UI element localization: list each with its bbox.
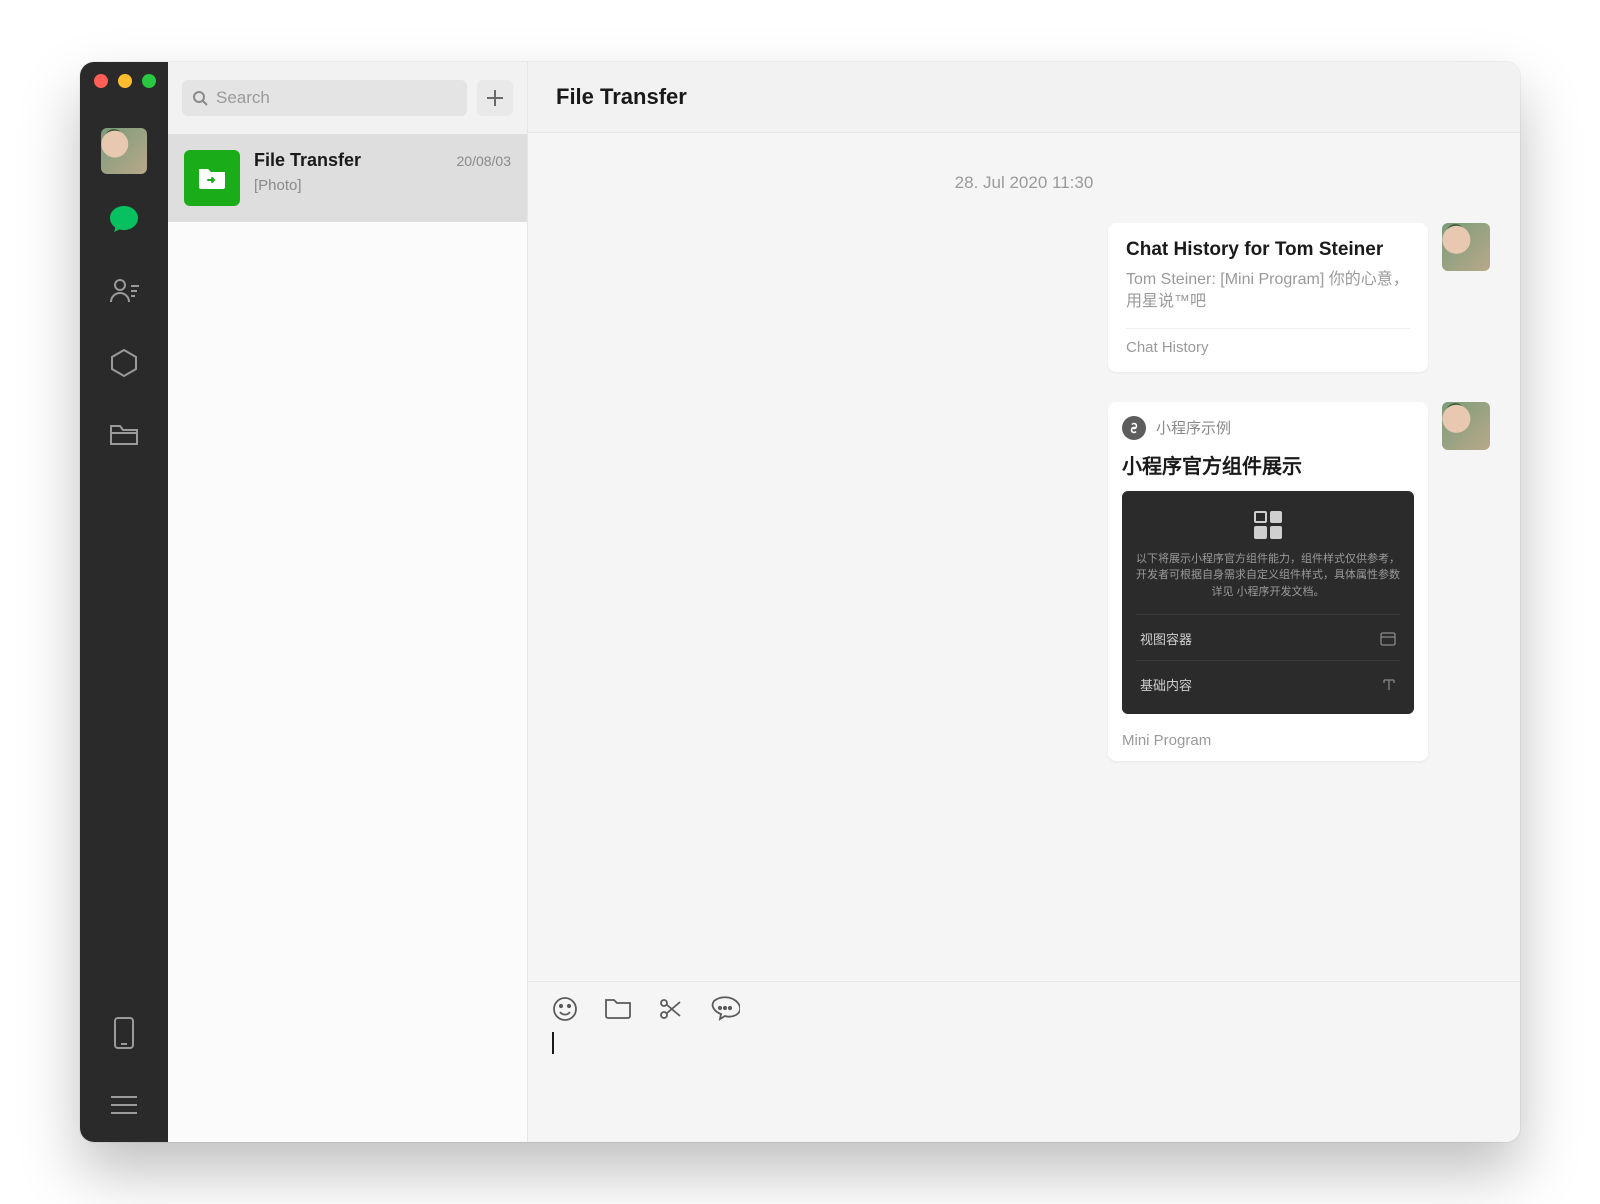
mini-program-section-label: 视图容器	[1140, 629, 1192, 648]
search-input[interactable]	[216, 88, 457, 108]
scissors-icon[interactable]	[658, 996, 684, 1022]
message-input[interactable]	[552, 1032, 1496, 1112]
input-bar	[528, 981, 1520, 1142]
conversation-preview: [Photo]	[254, 177, 511, 194]
message-row: Chat History for Tom Steiner Tom Steiner…	[558, 223, 1490, 372]
contacts-icon[interactable]	[107, 274, 141, 308]
avatar[interactable]	[1442, 223, 1490, 271]
text-caret	[552, 1032, 554, 1054]
avatar[interactable]	[101, 128, 147, 174]
new-chat-button[interactable]	[477, 80, 513, 116]
attach-folder-icon[interactable]	[604, 996, 632, 1022]
folder-arrow-icon	[197, 165, 227, 191]
plus-icon	[486, 89, 504, 107]
avatar[interactable]	[1442, 402, 1490, 450]
chat-history-card[interactable]: Chat History for Tom Steiner Tom Steiner…	[1108, 223, 1428, 372]
window-controls	[94, 74, 156, 88]
chat-pane: File Transfer 28. Jul 2020 11:30 Chat Hi…	[528, 62, 1520, 1142]
mini-program-section-label: 基础内容	[1140, 675, 1192, 694]
mini-program-section: 基础内容	[1136, 660, 1400, 698]
mini-program-desc: 以下将展示小程序官方组件能力，组件样式仅供参考，开发者可根据自身需求自定义组件样…	[1136, 551, 1400, 601]
chat-timestamp: 28. Jul 2020 11:30	[558, 173, 1490, 193]
search-box[interactable]	[182, 80, 467, 116]
conversation-item[interactable]: File Transfer 20/08/03 [Photo]	[168, 134, 527, 222]
text-icon	[1382, 678, 1396, 692]
grid-icon	[1254, 511, 1282, 539]
mini-program-title: 小程序官方组件展示	[1122, 450, 1414, 479]
chat-header: File Transfer	[528, 62, 1520, 133]
close-window-button[interactable]	[94, 74, 108, 88]
container-icon	[1380, 632, 1396, 646]
conversation-title: File Transfer	[254, 150, 361, 171]
mini-program-footer: Mini Program	[1122, 720, 1414, 749]
more-icon[interactable]	[710, 996, 740, 1022]
mini-program-logo-icon	[1122, 416, 1146, 440]
app-window: File Transfer 20/08/03 [Photo] File Tran…	[80, 62, 1520, 1142]
conversation-list-pane: File Transfer 20/08/03 [Photo]	[168, 62, 528, 1142]
chat-history-body: Tom Steiner: [Mini Program] 你的心意，用星说™吧	[1126, 269, 1410, 314]
mini-program-preview: 以下将展示小程序官方组件能力，组件样式仅供参考，开发者可根据自身需求自定义组件样…	[1122, 491, 1414, 715]
phone-icon[interactable]	[107, 1016, 141, 1050]
files-icon[interactable]	[107, 418, 141, 452]
mini-program-card[interactable]: 小程序示例 小程序官方组件展示 以下将展示小程序官方组件能力，组件样式仅供参考，…	[1108, 402, 1428, 762]
chat-scroll[interactable]: 28. Jul 2020 11:30 Chat History for Tom …	[528, 133, 1520, 981]
emoji-icon[interactable]	[552, 996, 578, 1022]
file-transfer-avatar	[184, 150, 240, 206]
mini-program-section: 视图容器	[1136, 614, 1400, 652]
chat-history-footer: Chat History	[1126, 328, 1410, 356]
menu-icon[interactable]	[107, 1088, 141, 1122]
conversation-body: File Transfer 20/08/03 [Photo]	[254, 150, 511, 194]
favorites-icon[interactable]	[107, 346, 141, 380]
mini-program-appname: 小程序示例	[1156, 417, 1231, 438]
message-row: 小程序示例 小程序官方组件展示 以下将展示小程序官方组件能力，组件样式仅供参考，…	[558, 402, 1490, 762]
chat-history-title: Chat History for Tom Steiner	[1126, 239, 1410, 261]
minimize-window-button[interactable]	[118, 74, 132, 88]
nav-sidebar	[80, 62, 168, 1142]
search-row	[168, 62, 527, 134]
search-icon	[192, 90, 208, 106]
chat-icon[interactable]	[107, 202, 141, 236]
maximize-window-button[interactable]	[142, 74, 156, 88]
conversation-time: 20/08/03	[457, 153, 512, 169]
